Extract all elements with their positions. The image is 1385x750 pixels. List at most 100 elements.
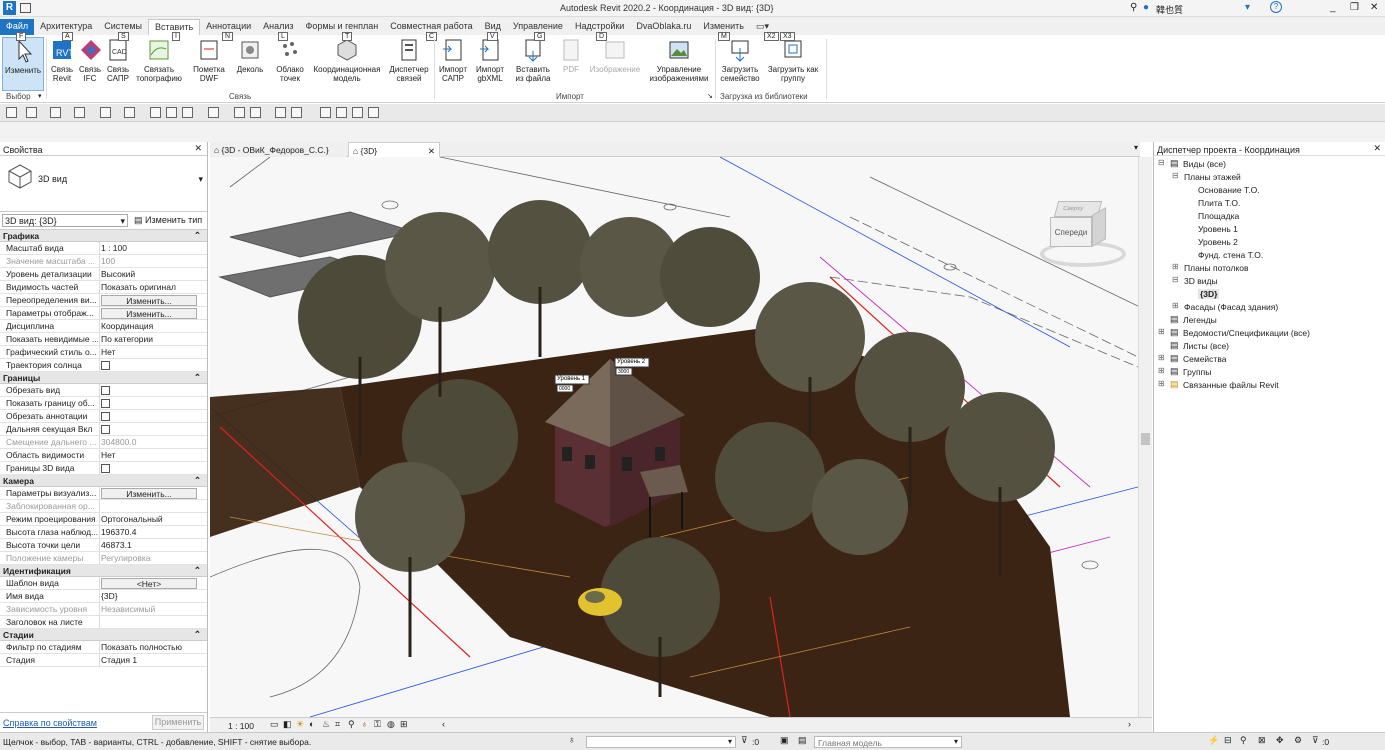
crop-icon[interactable]: ⌗ [335, 719, 340, 730]
import-cad-button[interactable]: Импорт САПР [436, 37, 470, 91]
type-selector[interactable]: 3D вид ▾ [0, 156, 207, 212]
panel-select-label[interactable]: Выбор [6, 92, 31, 101]
toolbar-icon[interactable] [74, 107, 85, 118]
property-value[interactable]: Показать полностью [101, 642, 206, 652]
property-value[interactable]: Нет [101, 450, 206, 460]
toolbar-icon[interactable] [26, 107, 37, 118]
property-value[interactable]: Координация [101, 321, 206, 331]
tree-node[interactable]: ⊟ 3D виды [1154, 275, 1385, 288]
property-group-header[interactable]: Стадии ⌃ [0, 629, 207, 641]
image-button[interactable]: Изображение [586, 37, 644, 91]
property-value[interactable]: Нет [101, 347, 206, 357]
select-underlay-icon[interactable]: ⊟ [1224, 735, 1232, 746]
collapse-icon[interactable]: ⌃ [194, 372, 201, 383]
tree-node[interactable]: Уровень 1 [1154, 223, 1385, 236]
expand-icon[interactable]: ⊞ [1158, 379, 1165, 388]
toolbar-icon[interactable] [234, 107, 245, 118]
decal-button[interactable]: Деколь [232, 37, 268, 91]
collapse-icon[interactable]: ⊟ [1158, 158, 1165, 167]
load-as-group-button[interactable]: Загрузить как группу [764, 37, 822, 91]
close-icon[interactable]: ✕ [1373, 143, 1381, 154]
import-gbxml-button[interactable]: Импорт gbXML [472, 37, 508, 91]
scroll-right-icon[interactable]: › [1128, 719, 1131, 729]
expand-icon[interactable]: ⊞ [1158, 327, 1165, 336]
property-value[interactable]: Ортогональный [101, 514, 206, 524]
editable-only-icon[interactable]: ▤ [798, 735, 807, 746]
collapse-icon[interactable]: ⊟ [1172, 275, 1179, 284]
tree-node[interactable]: ⊞ ▤ Связанные файлы Revit [1154, 379, 1385, 392]
property-edit-button[interactable]: Изменить... [101, 308, 197, 319]
property-value[interactable]: Стадия 1 [101, 655, 206, 665]
tree-node[interactable]: ⊞ ▤ Ведомости/Спецификации (все) [1154, 327, 1385, 340]
design-options-icon[interactable]: ▣ [780, 735, 789, 746]
tree-node[interactable]: Площадка [1154, 210, 1385, 223]
cart-icon[interactable]: ▾ [1245, 2, 1250, 13]
property-value[interactable]: 1 : 100 [101, 243, 206, 253]
expand-icon[interactable]: ⊞ [1158, 366, 1165, 375]
tree-node[interactable]: Фунд. стена Т.О. [1154, 249, 1385, 262]
select-links-icon[interactable]: ⚡ [1208, 735, 1219, 746]
drag-elements-icon[interactable]: ✥ [1276, 735, 1284, 746]
collapse-icon[interactable]: ⌃ [194, 475, 201, 486]
viewcube[interactable]: Сверху Спереди [1028, 197, 1128, 277]
property-checkbox[interactable] [101, 399, 110, 408]
property-checkbox[interactable] [101, 425, 110, 434]
manage-images-button[interactable]: Управление изображениями [646, 37, 712, 91]
tabs-menu-icon[interactable]: ▾ [1134, 143, 1138, 152]
property-checkbox[interactable] [101, 412, 110, 421]
tree-node[interactable]: ⊞ Планы потолков [1154, 262, 1385, 275]
modify-button[interactable]: Изменить [2, 37, 44, 91]
minimize-button[interactable]: _ [1330, 2, 1336, 13]
toolbar-icon[interactable] [208, 107, 219, 118]
toolbar-icon[interactable] [352, 107, 363, 118]
toolbar-icon[interactable] [182, 107, 193, 118]
manage-links-button[interactable]: Диспетчер связей [386, 37, 432, 91]
view-tab[interactable]: ⌂ {3D - ОВиК_Федоров_С.С.} [210, 142, 346, 157]
status-filter-icon[interactable]: ⊽ [1312, 735, 1319, 746]
link-topography-button[interactable]: Связать топографию [134, 37, 184, 91]
close-tab-icon[interactable]: ✕ [428, 146, 435, 157]
tree-node[interactable]: Основание Т.О. [1154, 184, 1385, 197]
viewcube-front-face[interactable]: Спереди [1050, 217, 1092, 247]
tree-node[interactable]: ⊞ ▤ Семейства [1154, 353, 1385, 366]
property-group-header[interactable]: Границы ⌃ [0, 372, 207, 384]
binoculars-icon[interactable]: ⚲ [1130, 2, 1137, 13]
coordination-model-button[interactable]: Координационная модель [310, 37, 384, 91]
chevron-down-icon[interactable]: ▾ [38, 92, 42, 100]
toolbar-icon[interactable] [150, 107, 161, 118]
design-option-dropdown[interactable]: Главная модель ▾ [814, 736, 962, 748]
property-checkbox[interactable] [101, 464, 110, 473]
tree-node[interactable]: ⊟ Планы этажей [1154, 171, 1385, 184]
toolbar-icon[interactable] [368, 107, 379, 118]
collapse-icon[interactable]: ⌃ [194, 629, 201, 640]
3d-viewport[interactable]: Уровень 1 Уровень 2 0000 3000 Сверху Спе… [210, 157, 1138, 717]
render-icon[interactable]: ♨ [322, 719, 330, 730]
worksharing-icon[interactable]: ♁ [568, 735, 576, 746]
toolbar-icon[interactable] [250, 107, 261, 118]
select-pinned-icon[interactable]: ⚲ [1240, 735, 1247, 746]
property-checkbox[interactable] [101, 386, 110, 395]
visual-style-icon[interactable]: ◧ [283, 719, 292, 730]
dwf-markup-button[interactable]: Пометка DWF [188, 37, 230, 91]
property-value[interactable]: Показать оригинал [101, 282, 206, 292]
vertical-scrollbar[interactable] [1138, 157, 1152, 717]
tree-node[interactable]: ▤ Листы (все) [1154, 340, 1385, 353]
highlight-icon[interactable]: ⊞ [400, 719, 408, 730]
point-cloud-button[interactable]: Облако точек [272, 37, 308, 91]
property-value[interactable]: По категории [101, 334, 206, 344]
temporary-hide-icon[interactable]: ⚲ [348, 719, 355, 730]
property-value[interactable]: 196370.4 [101, 527, 206, 537]
help-icon[interactable]: ? [1270, 1, 1282, 13]
toolbar-icon[interactable] [320, 107, 331, 118]
tree-node[interactable]: Плита Т.О. [1154, 197, 1385, 210]
scroll-left-icon[interactable]: ‹ [442, 719, 445, 729]
close-window-button[interactable]: ✕ [1370, 2, 1378, 13]
close-icon[interactable]: ✕ [194, 143, 202, 154]
chevron-down-icon[interactable]: ▾ [198, 174, 203, 185]
pdf-button[interactable]: PDF [558, 37, 584, 91]
sun-path-icon[interactable]: ☀ [296, 719, 304, 730]
toolbar-icon[interactable] [6, 107, 17, 118]
properties-help-link[interactable]: Справка по свойствам [3, 718, 97, 728]
reveal-hidden-icon[interactable]: ♁ [361, 719, 368, 729]
expand-icon[interactable]: ⊞ [1172, 262, 1179, 271]
